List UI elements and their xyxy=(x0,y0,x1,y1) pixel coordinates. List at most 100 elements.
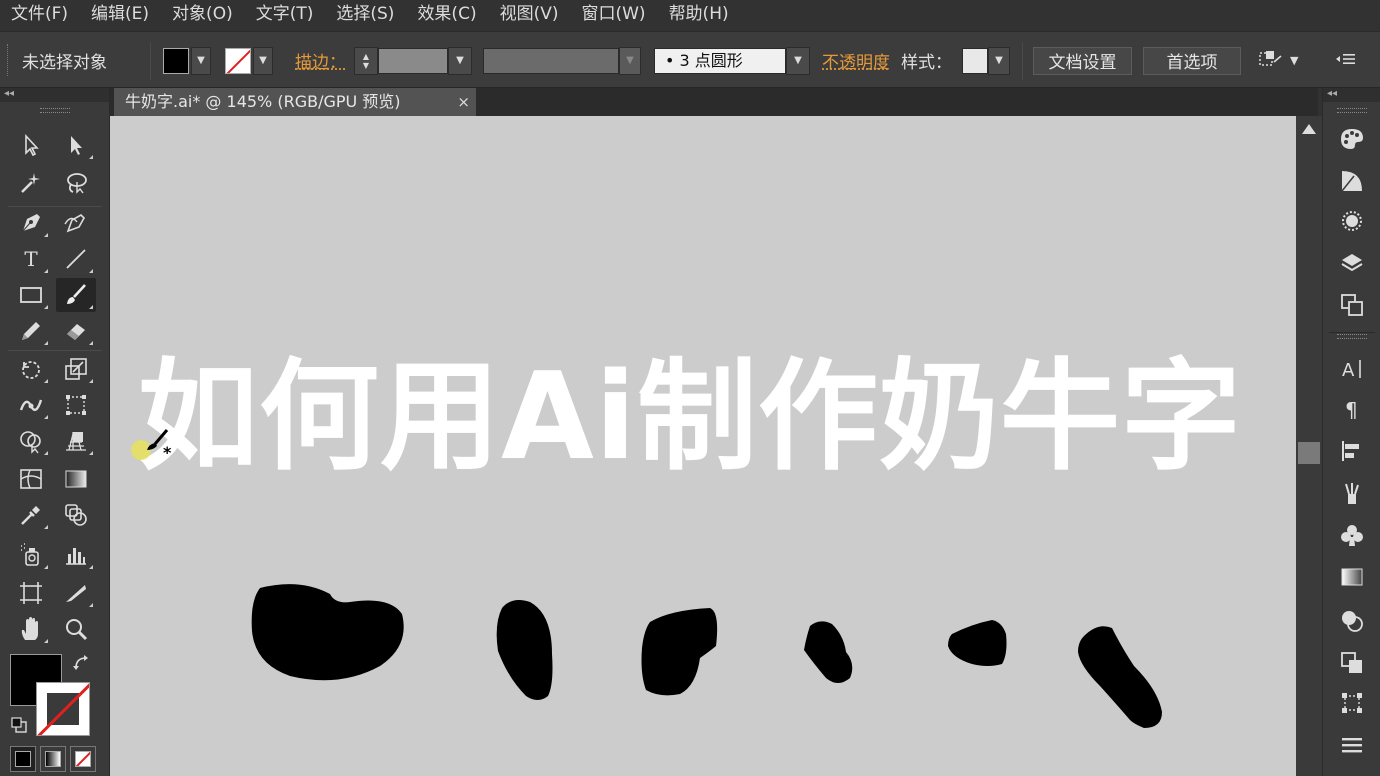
gradient-mode-button[interactable] xyxy=(40,746,66,772)
menu-edit[interactable]: 编辑(E) xyxy=(80,0,161,30)
stroke-swatch[interactable] xyxy=(225,47,251,74)
direct-selection-tool-icon[interactable] xyxy=(56,128,96,162)
color-panel-icon[interactable] xyxy=(1337,124,1367,154)
graphic-style-swatch[interactable] xyxy=(962,47,988,74)
swap-fill-stroke-icon[interactable] xyxy=(72,654,92,676)
free-transform-icon[interactable] xyxy=(56,388,96,422)
type-tool-icon[interactable]: T xyxy=(11,242,51,276)
variable-width-dropdown[interactable]: ▼ xyxy=(619,46,641,75)
symbols-icon[interactable] xyxy=(1337,520,1367,550)
menu-window[interactable]: 窗口(W) xyxy=(570,0,657,30)
artboard-canvas[interactable]: 如何用Ai制作奶牛字 * xyxy=(110,116,1296,776)
gradient-tool-icon[interactable] xyxy=(56,462,96,496)
document-setup-button[interactable]: 文档设置 xyxy=(1033,46,1132,75)
panel-dock-expand[interactable]: ◂◂ xyxy=(1323,88,1380,102)
brush-definition-field[interactable]: • 3 点圆形 xyxy=(654,47,786,74)
document-tab[interactable]: 牛奶字.ai* @ 145% (RGB/GPU 预览) × xyxy=(114,88,476,116)
artboard-tool-icon[interactable] xyxy=(11,576,51,610)
column-graph-icon[interactable] xyxy=(56,538,96,572)
vertical-scrollbar[interactable] xyxy=(1296,116,1322,776)
character-icon[interactable]: A xyxy=(1337,354,1367,384)
lasso-icon[interactable] xyxy=(56,166,96,200)
rotate-tool-icon[interactable] xyxy=(11,352,51,386)
artboards-icon[interactable] xyxy=(1337,290,1367,320)
menu-view[interactable]: 视图(V) xyxy=(489,0,571,30)
variable-width-profile[interactable] xyxy=(483,47,619,74)
paintbrush-tool-icon[interactable] xyxy=(56,278,96,312)
menu-type[interactable]: 文字(T) xyxy=(245,0,326,30)
stroke-color-swatch[interactable] xyxy=(36,682,90,736)
preferences-wrap: 首选项 xyxy=(1143,32,1241,89)
zoom-tool-icon[interactable] xyxy=(56,612,96,646)
control-bar-grip[interactable] xyxy=(7,44,10,76)
panel-dock-grip[interactable] xyxy=(1336,108,1367,113)
pencil-tool-icon[interactable] xyxy=(11,314,51,348)
stroke-weight-stepper[interactable]: ▲ ▼ xyxy=(354,46,378,75)
appearance-icon[interactable] xyxy=(1337,206,1367,236)
scroll-up-icon[interactable] xyxy=(1302,124,1316,134)
properties-menu-icon[interactable] xyxy=(1337,730,1367,760)
shape-builder-icon[interactable] xyxy=(11,424,51,458)
none-mode-button[interactable] xyxy=(70,746,96,772)
divider xyxy=(8,350,102,351)
eyedropper-icon[interactable] xyxy=(11,498,51,532)
opacity-label[interactable]: 不透明度 xyxy=(822,48,890,73)
close-tab-icon[interactable]: × xyxy=(457,88,470,116)
graphic-style-dropdown[interactable]: ▼ xyxy=(988,46,1010,75)
stroke-label[interactable]: 描边： xyxy=(295,48,346,73)
headline-text: 如何用Ai制作奶牛字 xyxy=(138,348,1243,487)
color-mode-button[interactable] xyxy=(10,746,36,772)
pathfinder-icon[interactable] xyxy=(1337,648,1367,678)
panel-group-grip[interactable] xyxy=(1337,334,1367,339)
slice-tool-icon[interactable] xyxy=(56,576,96,610)
scroll-thumb[interactable] xyxy=(1298,442,1320,464)
scale-tool-icon[interactable] xyxy=(56,352,96,386)
mesh-tool-icon[interactable] xyxy=(11,462,51,496)
symbol-sprayer-icon[interactable] xyxy=(11,538,51,572)
control-bar: 未选择对象 ▼ ▼ 描边： ▲ ▼ ▼ ▼ • 3 点圆形 ▼ 不透明度 样式： … xyxy=(0,31,1380,88)
eraser-tool-icon[interactable] xyxy=(56,314,96,348)
hand-tool-icon[interactable] xyxy=(11,612,51,646)
perspective-grid-icon[interactable] xyxy=(56,424,96,458)
paintbrush-cursor-icon: * xyxy=(131,429,172,462)
divider xyxy=(150,42,151,80)
fill-dropdown[interactable]: ▼ xyxy=(191,46,211,75)
rectangle-tool-icon[interactable] xyxy=(11,278,51,312)
arrange-control: ▼ xyxy=(1256,32,1298,89)
stroke-color-dropdown[interactable]: ▼ xyxy=(253,46,273,75)
arrange-icon[interactable] xyxy=(1256,48,1284,74)
paragraph-icon[interactable]: ¶ xyxy=(1337,394,1367,424)
blend-tool-icon[interactable] xyxy=(56,498,96,532)
color-guide-icon[interactable] xyxy=(1337,166,1367,196)
menu-effect[interactable]: 效果(C) xyxy=(406,0,488,30)
brushes-icon[interactable] xyxy=(1337,478,1367,508)
layers-icon[interactable] xyxy=(1337,248,1367,278)
preferences-button[interactable]: 首选项 xyxy=(1143,46,1241,75)
default-fill-stroke-icon[interactable] xyxy=(10,716,28,738)
align-icon[interactable] xyxy=(1337,436,1367,466)
tools-panel-collapse[interactable]: ◂◂ xyxy=(0,88,109,102)
arrange-dropdown-icon[interactable]: ▼ xyxy=(1290,54,1298,67)
menu-select[interactable]: 选择(S) xyxy=(325,0,406,30)
brush-definition-dropdown[interactable]: ▼ xyxy=(786,46,810,75)
menu-file[interactable]: 文件(F) xyxy=(0,0,80,30)
menu-help[interactable]: 帮助(H) xyxy=(658,0,741,30)
selection-tool-icon[interactable] xyxy=(11,128,51,162)
line-tool-icon[interactable] xyxy=(56,242,96,276)
gradient-panel-icon[interactable] xyxy=(1337,562,1367,592)
menu-object[interactable]: 对象(O) xyxy=(161,0,245,30)
brush-stroke-6 xyxy=(1078,626,1162,728)
stroke-weight-dropdown[interactable]: ▼ xyxy=(448,46,472,75)
stroke-color-control: ▼ xyxy=(225,32,273,89)
panel-dock: ◂◂ A ¶ xyxy=(1322,88,1380,776)
control-bar-menu-icon[interactable] xyxy=(1334,50,1358,72)
width-tool-icon[interactable] xyxy=(11,388,51,422)
curvature-tool-icon[interactable] xyxy=(56,206,96,240)
stroke-weight-input[interactable] xyxy=(378,47,448,74)
magic-wand-icon[interactable] xyxy=(11,166,51,200)
transparency-icon[interactable] xyxy=(1337,606,1367,636)
tools-panel-grip[interactable] xyxy=(39,108,70,113)
transform-icon[interactable] xyxy=(1337,688,1367,718)
fill-swatch[interactable] xyxy=(163,47,189,74)
pen-tool-icon[interactable] xyxy=(11,206,51,240)
